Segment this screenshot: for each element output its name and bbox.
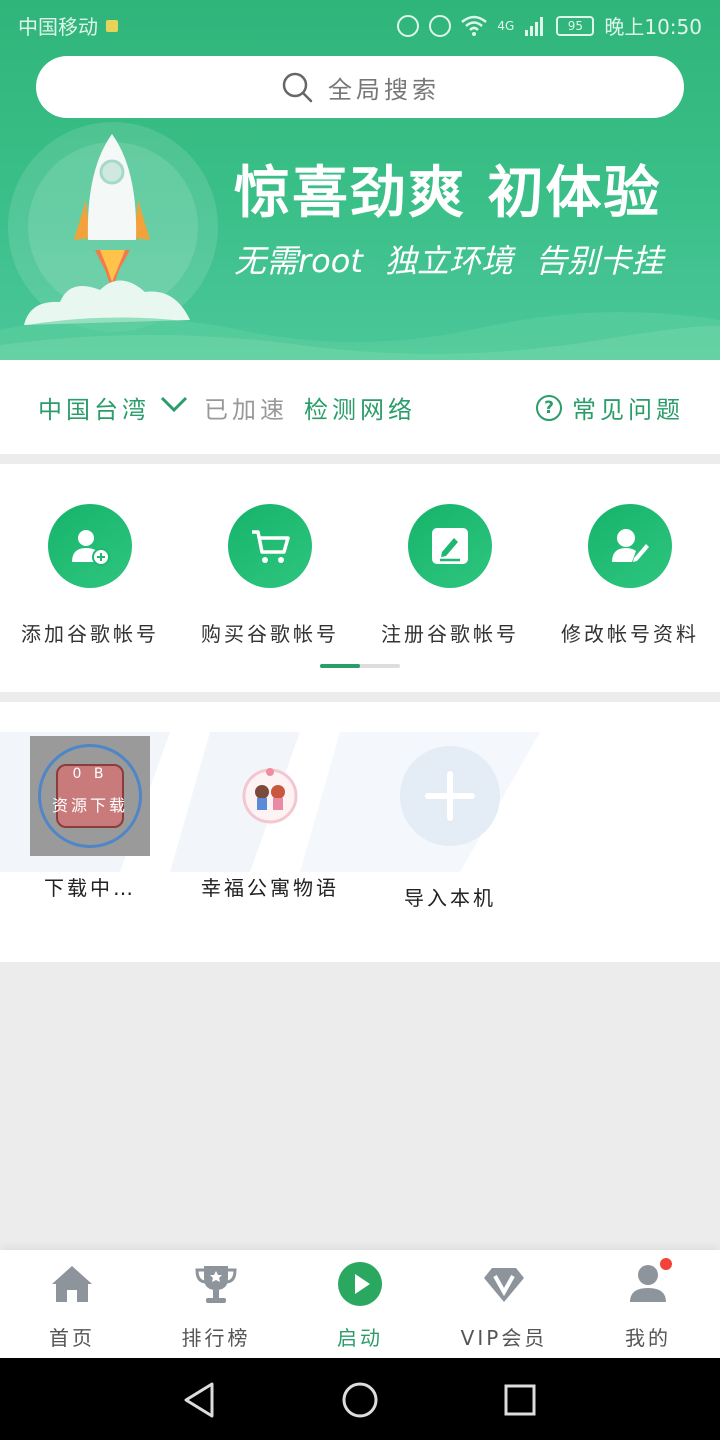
home-circle-icon[interactable] [340, 1380, 380, 1420]
nav-label: 首页 [49, 1326, 95, 1350]
app-label: 导入本机 [404, 886, 496, 910]
wifi-icon [461, 15, 488, 36]
cart-icon [252, 530, 290, 563]
network-type-label: 4G [497, 18, 515, 33]
home-icon [52, 1266, 92, 1302]
alarm-icon [429, 14, 452, 37]
register-google-account-button[interactable]: 注册谷歌帐号 [360, 504, 540, 647]
clock-label: 晚上10:50 [604, 15, 702, 39]
battery-icon: 95 [556, 15, 595, 36]
app-icon [242, 768, 298, 824]
check-network-link[interactable]: 检测网络 [304, 390, 416, 425]
region-bar: 中国台湾 已加速 检测网络 ? 常见问题 [0, 360, 720, 454]
acceleration-status: 已加速 [204, 396, 288, 424]
bottom-nav: 首页 排行榜 启动 VIP会员 我的 [0, 1250, 720, 1358]
buy-google-account-button[interactable]: 购买谷歌帐号 [180, 504, 360, 647]
banner-subtitle: 无需root 独立环境 告别卡挂 [234, 242, 664, 280]
notification-icon [106, 19, 118, 32]
nav-label: VIP会员 [460, 1326, 548, 1350]
edit-icon [432, 528, 468, 564]
action-label: 修改帐号资料 [561, 622, 699, 646]
nav-profile[interactable]: 我的 [576, 1256, 720, 1351]
downloading-app-icon: 0 B 资源下载 [30, 736, 150, 856]
edit-account-profile-button[interactable]: 修改帐号资料 [540, 504, 720, 647]
header-banner: 中国移动 4G 95 晚上10:50 全局搜索 惊喜劲爽 初体验 无需root … [0, 0, 720, 360]
action-label: 添加谷歌帐号 [21, 622, 159, 646]
installed-apps: 0 B 资源下载 下载中… 幸福公寓物语 导入本机 [0, 702, 720, 962]
chevron-down-icon[interactable] [160, 394, 188, 414]
action-label: 购买谷歌帐号 [201, 622, 339, 646]
nav-label: 我的 [625, 1326, 671, 1350]
nav-vip[interactable]: VIP会员 [432, 1260, 576, 1351]
search-icon [282, 72, 313, 103]
play-icon [338, 1262, 382, 1306]
app-label: 幸福公寓物语 [201, 876, 339, 900]
plus-icon [400, 746, 500, 846]
recents-icon[interactable] [500, 1380, 540, 1420]
vip-icon [484, 1268, 524, 1302]
back-icon[interactable] [180, 1380, 220, 1420]
page-indicator-active [320, 664, 360, 668]
trophy-icon [195, 1266, 237, 1303]
page-indicator [320, 664, 400, 668]
nav-label: 排行榜 [181, 1326, 251, 1350]
user-edit-icon [612, 529, 649, 562]
carrier-label: 中国移动 [18, 15, 98, 39]
faq-label: 常见问题 [572, 396, 684, 424]
system-navigation-bar [0, 1358, 720, 1440]
import-app-button[interactable]: 导入本机 [360, 736, 540, 911]
region-selector[interactable]: 中国台湾 [38, 390, 150, 425]
download-status-overlay: 资源下载 [51, 796, 128, 815]
download-size: 0 B [72, 766, 108, 782]
action-label: 注册谷歌帐号 [381, 622, 519, 646]
search-placeholder: 全局搜索 [328, 75, 440, 104]
nav-ranking[interactable]: 排行榜 [144, 1260, 288, 1351]
app-downloading[interactable]: 0 B 资源下载 下载中… [0, 736, 180, 901]
nav-label: 启动 [337, 1326, 383, 1350]
question-icon: ? [536, 394, 562, 421]
wave-decoration [0, 312, 720, 360]
app-happy-apartment[interactable]: 幸福公寓物语 [180, 736, 360, 901]
account-actions: 添加谷歌帐号 购买谷歌帐号 注册谷歌帐号 修改帐号资料 [0, 464, 720, 692]
add-google-account-button[interactable]: 添加谷歌帐号 [0, 504, 180, 647]
app-label: 下载中… [44, 876, 136, 900]
signal-icon [525, 16, 544, 36]
notification-badge [658, 1256, 674, 1272]
nav-home[interactable]: 首页 [0, 1260, 144, 1351]
banner-title: 惊喜劲爽 初体验 [234, 161, 662, 226]
nav-launch[interactable]: 启动 [288, 1260, 432, 1351]
add-user-icon [72, 530, 110, 566]
faq-link[interactable]: ? 常见问题 [536, 390, 684, 425]
status-bar: 中国移动 4G 95 晚上10:50 [0, 0, 720, 48]
search-bar[interactable]: 全局搜索 [36, 56, 684, 118]
data-saver-icon [397, 14, 420, 37]
